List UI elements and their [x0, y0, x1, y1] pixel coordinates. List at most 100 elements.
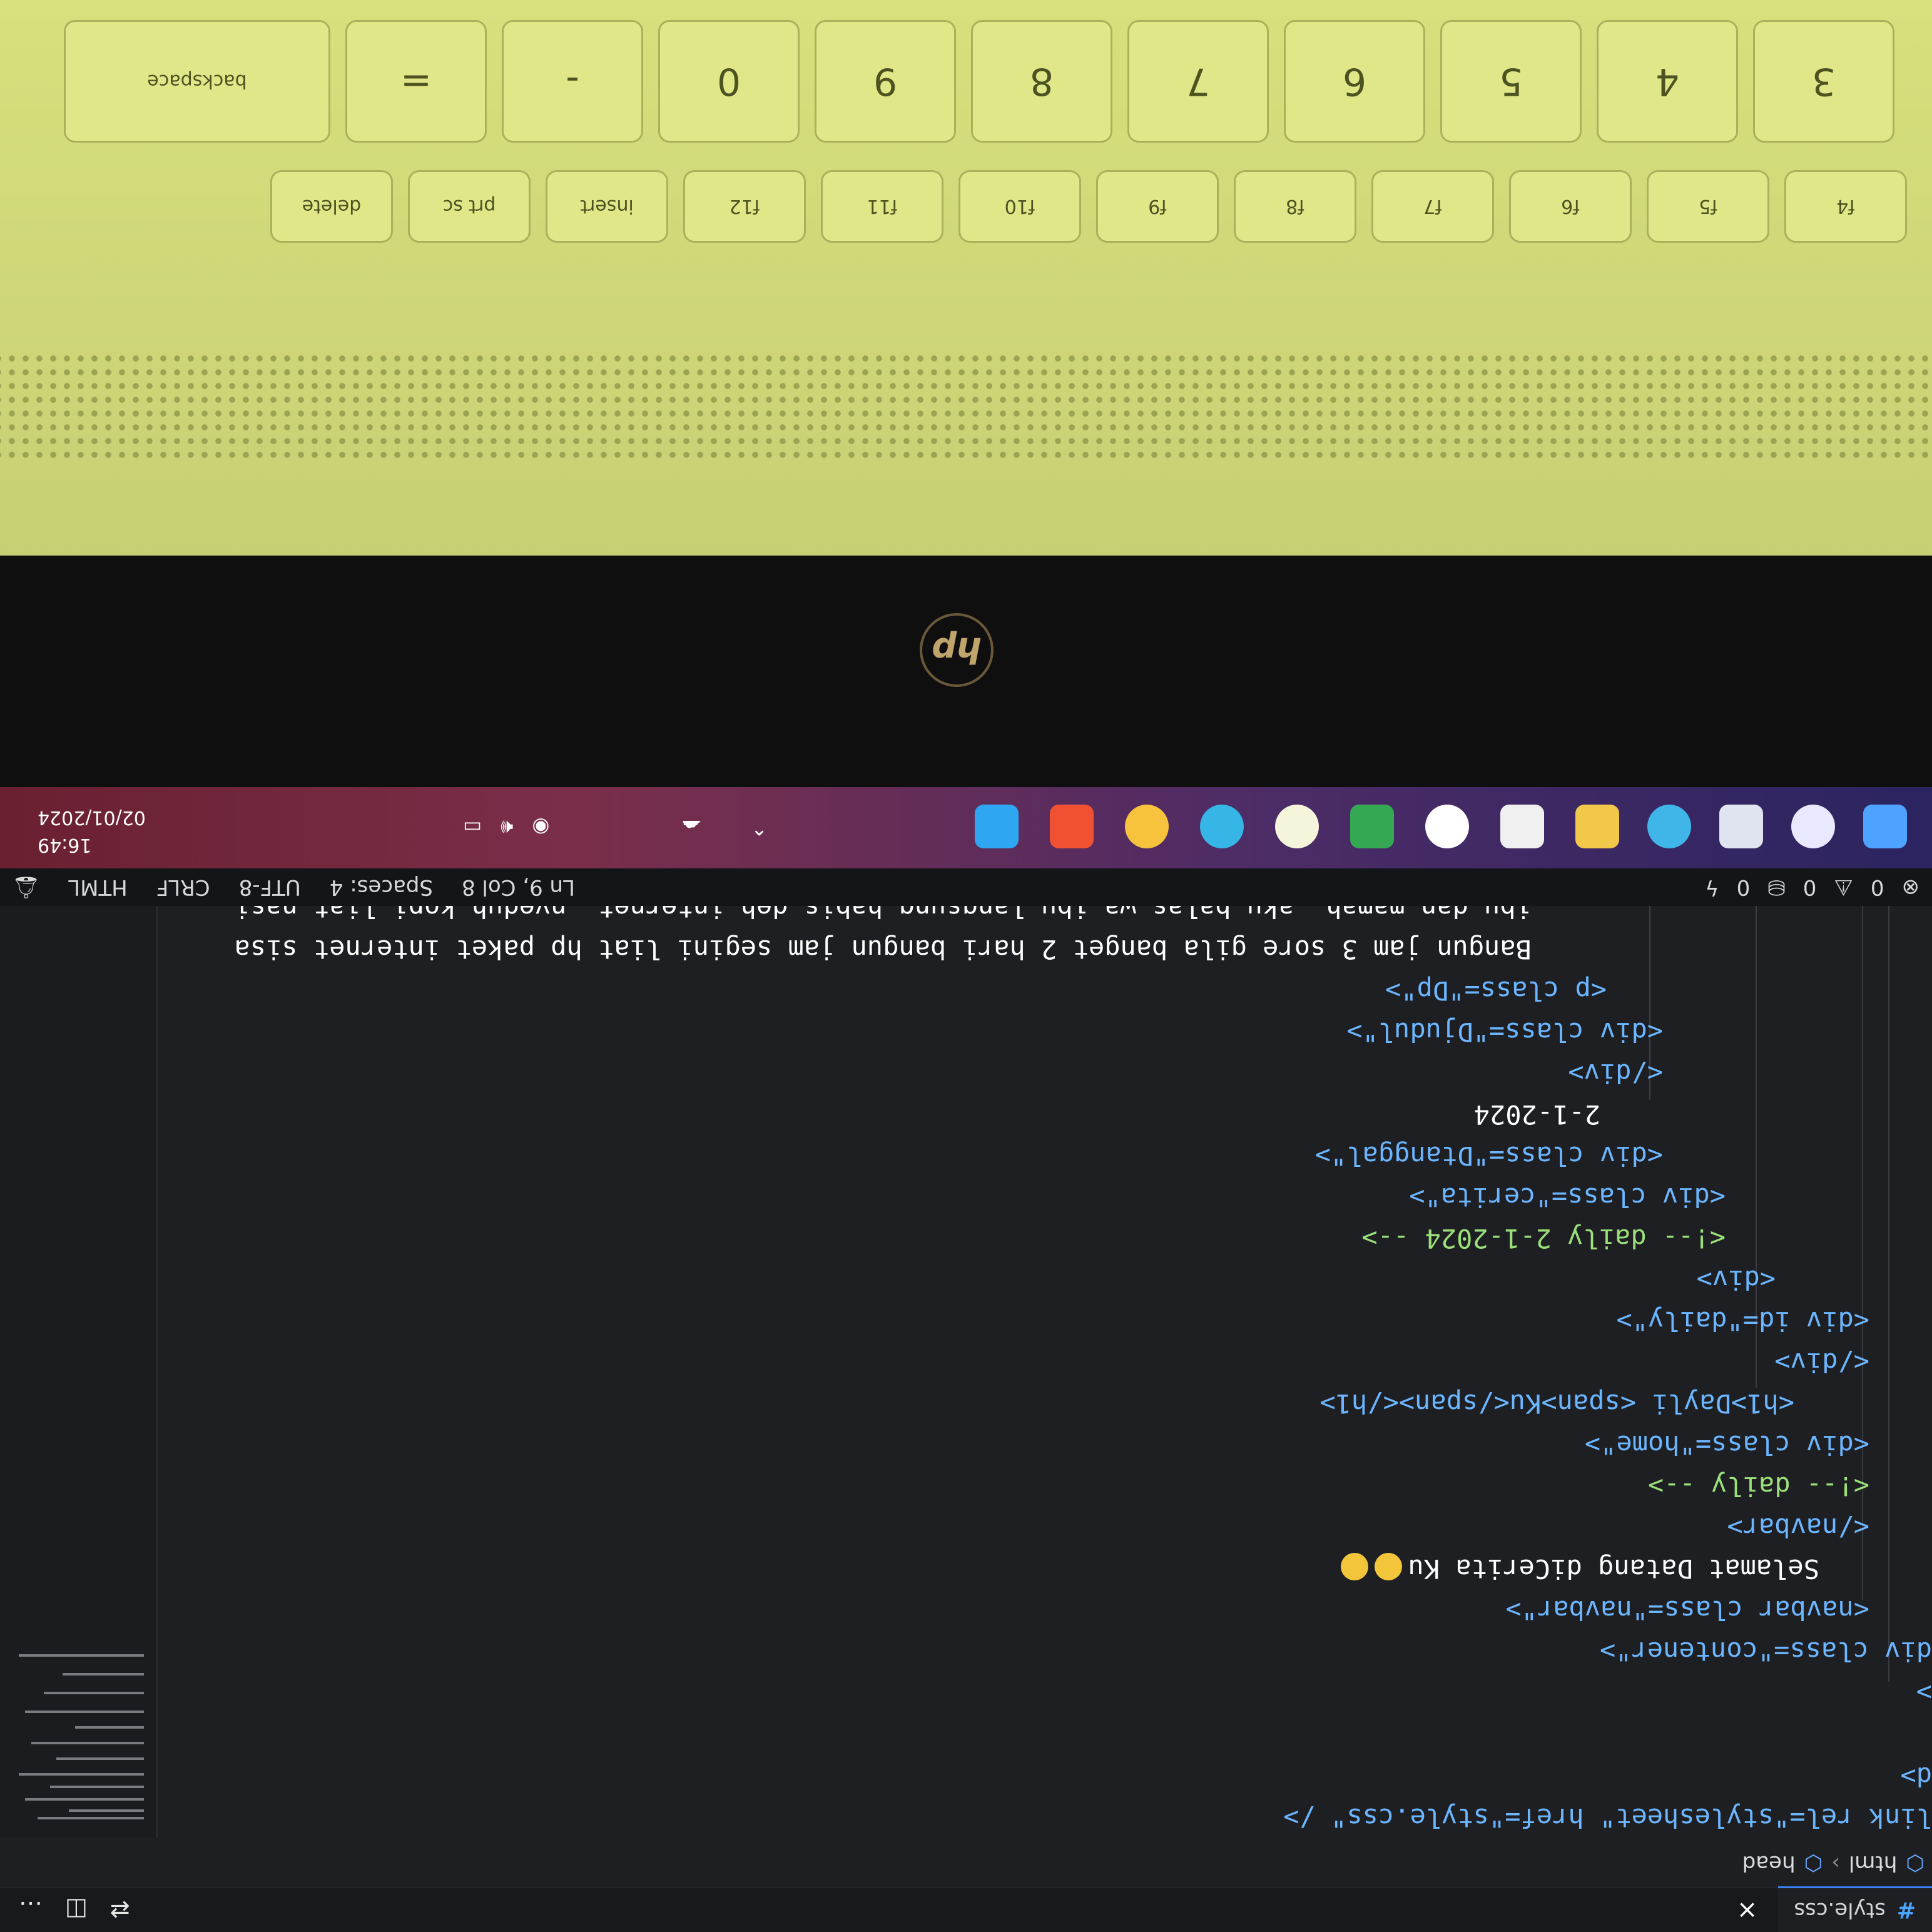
- key-0[interactable]: 0: [658, 20, 800, 143]
- code-line: <h1>Dayli <span>Ku</span></h1>: [1319, 1388, 1794, 1419]
- code-line: <div class="cerita">: [1409, 1182, 1726, 1213]
- key-f9[interactable]: f9: [1096, 170, 1219, 243]
- speaker-grille: [0, 355, 1932, 462]
- volume-icon: 🔊︎: [501, 816, 514, 840]
- key-4[interactable]: 4: [1597, 20, 1738, 143]
- key-delete[interactable]: delete: [270, 170, 393, 243]
- cursor-position[interactable]: Ln 9, Col 8: [462, 875, 575, 900]
- minimap-line: [56, 1757, 144, 1760]
- onedrive-icon[interactable]: ☁: [682, 787, 702, 868]
- minimap-line: [75, 1726, 144, 1729]
- compare-icon[interactable]: ⇄: [110, 1896, 130, 1924]
- language-mode[interactable]: HTML: [68, 875, 128, 900]
- code-line: >: [1916, 1677, 1932, 1708]
- key-minus[interactable]: -: [502, 20, 643, 143]
- minimap[interactable]: [0, 906, 158, 1838]
- code-line: <div class="home">: [1584, 1430, 1869, 1460]
- minimap-line: [31, 1742, 144, 1744]
- key-prt-sc[interactable]: prt sc: [408, 170, 531, 243]
- minimap-line: [25, 1798, 144, 1801]
- more-actions-icon[interactable]: …: [19, 1896, 43, 1924]
- git-icon[interactable]: [1050, 805, 1094, 848]
- code-line: <!-- daily 2-1-2024 -->: [1361, 1223, 1726, 1254]
- code-line: Bangun jam 3 sore gila banget 2 hari ban…: [234, 934, 1532, 965]
- breadcrumb-html[interactable]: html: [1849, 1851, 1897, 1876]
- clock-time: 16:49: [38, 834, 92, 856]
- ports-count[interactable]: 0: [1737, 875, 1751, 900]
- warning-count[interactable]: 0: [1803, 875, 1817, 900]
- drive-icon[interactable]: [1350, 805, 1394, 848]
- minimap-line: [50, 1786, 144, 1788]
- key-f12[interactable]: f12: [683, 170, 806, 243]
- key-f10[interactable]: f10: [958, 170, 1081, 243]
- key-8[interactable]: 8: [971, 20, 1112, 143]
- code-line: </div>: [1568, 1058, 1663, 1089]
- close-icon[interactable]: ×: [1737, 1896, 1758, 1924]
- search-icon[interactable]: [1791, 805, 1835, 848]
- tray-chevron-icon[interactable]: ⌃: [751, 787, 768, 868]
- key-equals[interactable]: =: [345, 20, 487, 143]
- clock[interactable]: 16:49 02/01/2024: [38, 803, 146, 858]
- key-f7[interactable]: f7: [1371, 170, 1494, 243]
- hash-icon: #: [1896, 1897, 1916, 1923]
- warning-icon[interactable]: ⚠: [1834, 875, 1853, 900]
- task-view-icon[interactable]: [1719, 805, 1763, 848]
- key-f5[interactable]: f5: [1647, 170, 1769, 243]
- chrome-icon[interactable]: [1425, 805, 1469, 848]
- lightning-icon[interactable]: ϟ: [1705, 875, 1719, 900]
- emoji-icon: [1374, 1553, 1402, 1581]
- battery-icon: ▭: [463, 816, 482, 840]
- minimap-line: [25, 1711, 144, 1713]
- tab-style-css[interactable]: # style.css ×: [1737, 1886, 1932, 1932]
- minimap-line: [44, 1692, 144, 1694]
- minimap-line: [19, 1654, 144, 1657]
- ports-icon[interactable]: ⛁: [1767, 875, 1786, 900]
- error-icon[interactable]: ⊗: [1902, 875, 1920, 900]
- chrome-canary-icon[interactable]: [1125, 805, 1169, 848]
- code-line: <div>: [1696, 1264, 1776, 1295]
- encoding[interactable]: UTF-8: [239, 875, 301, 900]
- key-7[interactable]: 7: [1127, 20, 1269, 143]
- edge-icon[interactable]: [1647, 805, 1691, 848]
- minimap-line: [69, 1809, 144, 1812]
- key-3[interactable]: 3: [1753, 20, 1894, 143]
- store-icon[interactable]: [1500, 805, 1544, 848]
- bell-icon[interactable]: 🔔︎: [13, 875, 39, 900]
- key-f11[interactable]: f11: [821, 170, 943, 243]
- breadcrumb-head[interactable]: head: [1742, 1851, 1796, 1876]
- system-tray[interactable]: ◉ 🔊︎ ▭: [463, 787, 549, 868]
- key-5[interactable]: 5: [1440, 20, 1582, 143]
- key-f8[interactable]: f8: [1234, 170, 1356, 243]
- hp-logo: hp: [920, 613, 994, 687]
- code-line: <div class="Dtanggal">: [1314, 1141, 1663, 1171]
- windows-start-icon[interactable]: [1863, 805, 1907, 848]
- key-9[interactable]: 9: [815, 20, 956, 143]
- split-editor-icon[interactable]: ◫: [65, 1896, 88, 1924]
- key-f4[interactable]: f4: [1784, 170, 1907, 243]
- status-bar: ⊗ 0 ⚠ 0 ⛁ 0 ϟ Ln 9, Col 8 Spaces: 4 UTF-…: [0, 868, 1932, 906]
- key-f6[interactable]: f6: [1509, 170, 1632, 243]
- code-line: <div class="Djudul">: [1346, 1017, 1663, 1047]
- indent-guide: [1888, 906, 1889, 1682]
- editor-tab-bar: # style.css × ⇄ ◫ …: [0, 1886, 1932, 1932]
- minimap-line: [19, 1773, 144, 1776]
- file-explorer-icon[interactable]: [1575, 805, 1619, 848]
- key-backspace[interactable]: backspace: [64, 20, 330, 143]
- indentation[interactable]: Spaces: 4: [330, 875, 433, 900]
- vscode-icon[interactable]: [975, 805, 1019, 848]
- code-line: <navbar class="navbar">: [1505, 1595, 1869, 1625]
- cube-icon: ⬡: [1804, 1851, 1823, 1876]
- code-line: d>: [1900, 1761, 1932, 1792]
- key-6[interactable]: 6: [1284, 20, 1425, 143]
- photo-scene: # style.css × ⇄ ◫ … ⬡ html › ⬡ head link…: [0, 0, 1932, 1932]
- code-line: </div>: [1774, 1347, 1869, 1378]
- status-right: Ln 9, Col 8 Spaces: 4 UTF-8 CRLF HTML 🔔︎: [13, 868, 575, 906]
- error-count[interactable]: 0: [1871, 875, 1884, 900]
- app-icon[interactable]: [1200, 805, 1244, 848]
- end-of-line[interactable]: CRLF: [156, 875, 210, 900]
- code-line: div class="contener">: [1599, 1636, 1932, 1667]
- search-app-icon[interactable]: [1275, 805, 1319, 848]
- key-insert[interactable]: insert: [546, 170, 668, 243]
- wifi-icon: ◉: [532, 816, 550, 840]
- code-editor[interactable]: link rel="stylesheet" href="style.css" /…: [161, 893, 1932, 1838]
